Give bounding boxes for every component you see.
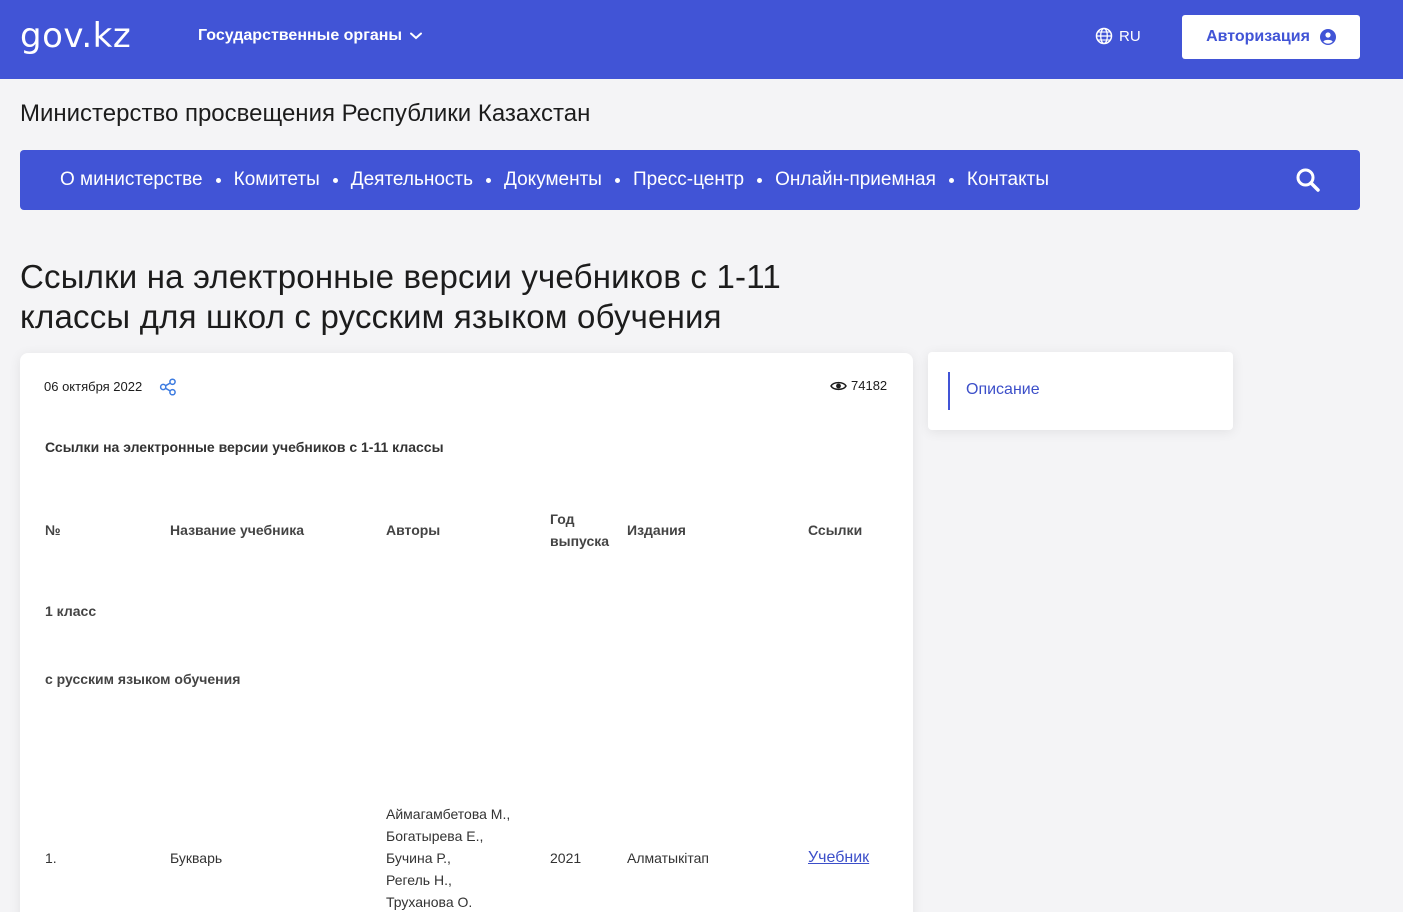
nav-separator	[332, 177, 338, 183]
author-line: Бучина Р.,	[386, 850, 451, 866]
site-logo[interactable]: gov.kz	[20, 14, 131, 58]
article-intro: Ссылки на электронные версии учебников с…	[45, 439, 444, 455]
table-row-authors: Аймагамбетова М., Богатырева Е., Бучина …	[386, 803, 510, 912]
nav-item-online-reception[interactable]: Онлайн-приемная	[775, 169, 936, 191]
column-header-links: Ссылки	[808, 522, 863, 538]
nav-separator	[614, 177, 620, 183]
chevron-down-icon	[410, 32, 423, 40]
nav-item-activity[interactable]: Деятельность	[351, 169, 473, 191]
top-bar: gov.kz Государственные органы RU Авториз…	[0, 0, 1403, 79]
table-row-year: 2021	[550, 850, 582, 866]
column-header-authors: Авторы	[386, 522, 441, 538]
share-icon[interactable]	[159, 378, 177, 396]
nav-item-committees[interactable]: Комитеты	[234, 169, 320, 191]
eye-icon	[830, 381, 847, 390]
globe-icon	[1095, 27, 1113, 45]
column-header-year: Год выпуска	[550, 511, 610, 549]
active-indicator	[948, 372, 950, 410]
nav-item-about[interactable]: О министерстве	[60, 169, 203, 191]
nav-separator	[757, 177, 763, 183]
side-nav-card: Описание	[928, 352, 1233, 430]
side-link-description[interactable]: Описание	[966, 381, 1040, 399]
article-date: 06 октября 2022	[44, 379, 143, 394]
column-header-publisher: Издания	[627, 522, 686, 538]
author-line: Регель Н.,	[386, 872, 452, 888]
author-line: Труханова О.	[386, 894, 473, 910]
table-row-publisher: Алматыкітап	[627, 850, 709, 866]
nav-separator	[486, 177, 492, 183]
author-line: Богатырева Е.,	[386, 828, 484, 844]
user-icon	[1319, 29, 1336, 45]
main-nav: О министерстве Комитеты Деятельность Док…	[20, 150, 1360, 210]
table-row-title: Букварь	[170, 850, 223, 866]
table-row-number: 1.	[45, 850, 57, 866]
nav-item-contacts[interactable]: Контакты	[967, 169, 1049, 191]
auth-button-label: Авторизация	[1206, 28, 1310, 45]
section-grade: 1 класс	[45, 603, 97, 619]
page-title: Ссылки на электронные версии учебников с…	[20, 258, 781, 335]
auth-button[interactable]: Авторизация	[1182, 15, 1360, 59]
search-icon[interactable]	[1295, 167, 1321, 193]
nav-item-press-center[interactable]: Пресс-центр	[633, 169, 744, 191]
views-count: 74182	[851, 378, 888, 393]
author-line: Аймагамбетова М.,	[386, 806, 511, 822]
nav-separator	[948, 177, 954, 183]
language-switch[interactable]: RU	[1095, 26, 1141, 46]
article-card: 06 октября 2022 74182 Ссылки на электрон…	[20, 353, 913, 912]
gov-organs-label: Государственные органы	[198, 27, 403, 44]
section-language: с русским языком обучения	[45, 671, 241, 687]
column-header-number: №	[45, 522, 61, 538]
language-label: RU	[1119, 27, 1141, 45]
table-row-link-cell: Учебник	[808, 846, 869, 869]
views-counter: 74182	[830, 378, 887, 393]
column-header-title: Название учебника	[170, 522, 304, 538]
nav-item-documents[interactable]: Документы	[504, 169, 602, 191]
nav-separator	[215, 177, 221, 183]
textbook-link[interactable]: Учебник	[808, 849, 869, 866]
ministry-title[interactable]: Министерство просвещения Республики Каза…	[20, 100, 590, 128]
gov-organs-dropdown[interactable]: Государственные органы	[198, 25, 423, 47]
